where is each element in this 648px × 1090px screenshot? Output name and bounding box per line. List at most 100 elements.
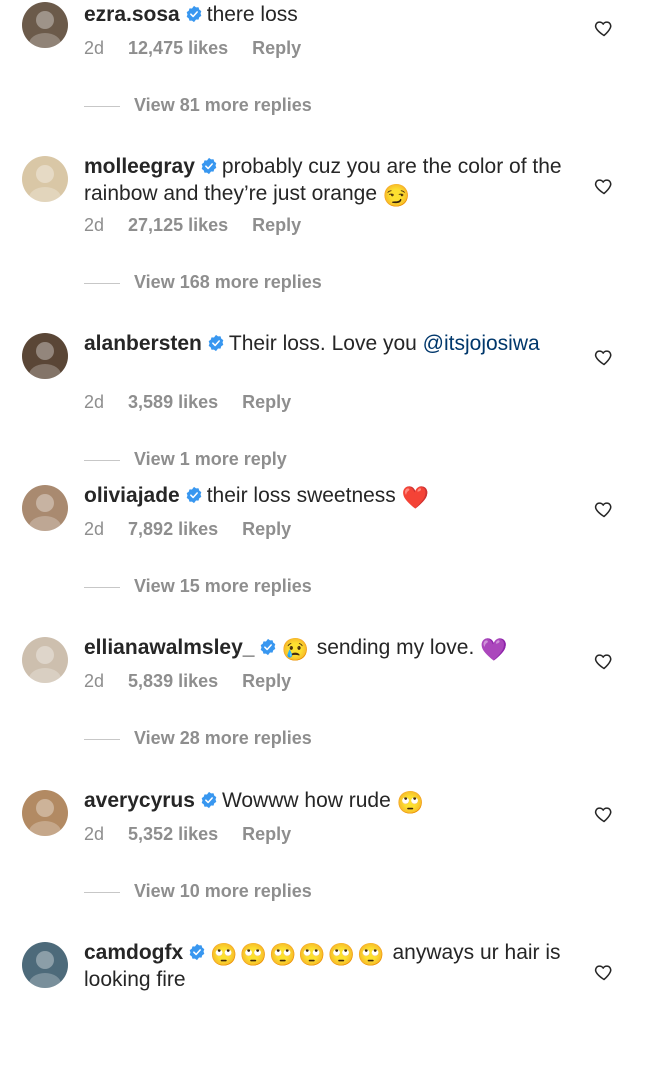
view-replies-label[interactable]: View 15 more replies (134, 576, 312, 596)
verified-badge-icon (185, 485, 203, 510)
likes-count[interactable]: 3,589 likes (128, 392, 218, 412)
emoji-icon: ❤️ (401, 485, 430, 510)
comment-age: 2d (84, 519, 105, 539)
divider-line (84, 891, 120, 893)
emoji-icon: 😏 (382, 183, 411, 208)
emoji-icon: 😢 (281, 637, 309, 662)
avatar[interactable] (22, 333, 68, 379)
comment-item: alanbersten Their loss. Love you @itsjojo… (0, 329, 648, 481)
divider-line (84, 282, 120, 284)
avatar[interactable] (22, 156, 68, 202)
view-replies-button[interactable]: View 1 more reply (84, 449, 287, 470)
likes-count[interactable]: 27,125 likes (128, 215, 228, 235)
view-replies-label[interactable]: View 28 more replies (134, 728, 312, 748)
emoji-icon: 🙄 (269, 942, 297, 967)
username[interactable]: camdogfx (84, 941, 183, 964)
comment-body: sending my love. (316, 636, 475, 659)
comment-meta: 2d 27,125 likes Reply (84, 215, 325, 236)
view-replies-label[interactable]: View 168 more replies (134, 272, 322, 292)
comment-meta: 2d 12,475 likes Reply (84, 38, 325, 59)
username[interactable]: alanbersten (84, 332, 202, 355)
comment-meta: 2d 5,839 likes Reply (84, 671, 315, 692)
view-replies-label[interactable]: View 1 more reply (134, 449, 287, 469)
verified-badge-icon (185, 4, 203, 29)
comment-meta: 2d 5,352 likes Reply (84, 824, 315, 845)
username[interactable]: oliviajade (84, 484, 180, 507)
like-heart-icon[interactable] (594, 176, 614, 196)
comment-body: Their loss. Love you (228, 332, 417, 355)
emoji-icon: 💜 (480, 637, 508, 662)
comment-item: molleegray probably cuz you are the color… (0, 152, 648, 304)
likes-count[interactable]: 7,892 likes (128, 519, 218, 539)
reply-button[interactable]: Reply (252, 38, 301, 58)
avatar[interactable] (22, 790, 68, 836)
comment-age: 2d (84, 824, 105, 844)
comment-age: 2d (84, 392, 105, 412)
emoji-icon: 🙄 (298, 942, 326, 967)
verified-badge-icon (188, 942, 206, 967)
comment-text: oliviajade their loss sweetness ❤️ (84, 483, 584, 510)
view-replies-label[interactable]: View 10 more replies (134, 881, 312, 901)
like-heart-icon[interactable] (594, 499, 614, 519)
username[interactable]: molleegray (84, 155, 195, 178)
emoji-icon: 🙄 (239, 942, 267, 967)
like-heart-icon[interactable] (594, 651, 614, 671)
comment-meta: 2d 7,892 likes Reply (84, 519, 315, 540)
comment-age: 2d (84, 215, 105, 235)
comment-age: 2d (84, 38, 105, 58)
comment-item: camdogfx 🙄🙄🙄🙄🙄🙄 anyways ur hair is lookin… (0, 938, 648, 1090)
comment-text: ezra.sosa there loss (84, 2, 584, 29)
reply-button[interactable]: Reply (242, 392, 291, 412)
reply-button[interactable]: Reply (252, 215, 301, 235)
avatar[interactable] (22, 485, 68, 531)
comment-item: ezra.sosa there loss 2d 12,475 likes Reply V… (0, 0, 648, 152)
comment-body: Wowww how rude (221, 789, 391, 812)
divider-line (84, 459, 120, 461)
comment-text: molleegray probably cuz you are the color… (84, 154, 584, 208)
emoji-icon: 🙄 (357, 942, 385, 967)
view-replies-button[interactable]: View 10 more replies (84, 881, 312, 902)
verified-badge-icon (200, 790, 218, 815)
avatar[interactable] (22, 637, 68, 683)
avatar[interactable] (22, 2, 68, 48)
comment-age: 2d (84, 671, 105, 691)
comment-item: averycyrus Wowww how rude 🙄 2d 5,352 likes R… (0, 786, 648, 938)
comment-item: oliviajade their loss sweetness ❤️ 2d 7,892… (0, 481, 648, 633)
like-heart-icon[interactable] (594, 347, 614, 367)
verified-badge-icon (207, 333, 225, 358)
mention-link[interactable]: @itsjojosiwa (423, 332, 540, 355)
comment-meta: 2d 3,589 likes Reply (84, 392, 315, 413)
comment-body: there loss (206, 3, 298, 26)
divider-line (84, 105, 120, 107)
divider-line (84, 738, 120, 740)
username[interactable]: ezra.sosa (84, 3, 180, 26)
divider-line (84, 586, 120, 588)
view-replies-button[interactable]: View 81 more replies (84, 95, 312, 116)
emoji-icon: 🙄 (396, 790, 425, 815)
comment-text: camdogfx 🙄🙄🙄🙄🙄🙄 anyways ur hair is lookin… (84, 940, 584, 992)
likes-count[interactable]: 12,475 likes (128, 38, 228, 58)
reply-button[interactable]: Reply (242, 671, 291, 691)
username[interactable]: averycyrus (84, 789, 195, 812)
like-heart-icon[interactable] (594, 962, 614, 982)
view-replies-button[interactable]: View 28 more replies (84, 728, 312, 749)
view-replies-label[interactable]: View 81 more replies (134, 95, 312, 115)
reply-button[interactable]: Reply (242, 824, 291, 844)
comment-text: ellianawalmsley_ 😢 sending my love. 💜 (84, 635, 584, 662)
view-replies-button[interactable]: View 15 more replies (84, 576, 312, 597)
reply-button[interactable]: Reply (242, 519, 291, 539)
comment-item: ellianawalmsley_ 😢 sending my love. 💜 2d 5,… (0, 633, 648, 785)
avatar[interactable] (22, 942, 68, 988)
like-heart-icon[interactable] (594, 18, 614, 38)
username[interactable]: ellianawalmsley_ (84, 636, 254, 659)
emoji-icon: 🙄 (327, 942, 356, 967)
likes-count[interactable]: 5,839 likes (128, 671, 218, 691)
view-replies-button[interactable]: View 168 more replies (84, 272, 322, 293)
emoji-icon: 🙄 (210, 942, 238, 967)
verified-badge-icon (259, 637, 277, 662)
comment-body: their loss sweetness (206, 484, 396, 507)
comment-text: averycyrus Wowww how rude 🙄 (84, 788, 584, 815)
like-heart-icon[interactable] (594, 804, 614, 824)
verified-badge-icon (200, 156, 218, 181)
likes-count[interactable]: 5,352 likes (128, 824, 218, 844)
